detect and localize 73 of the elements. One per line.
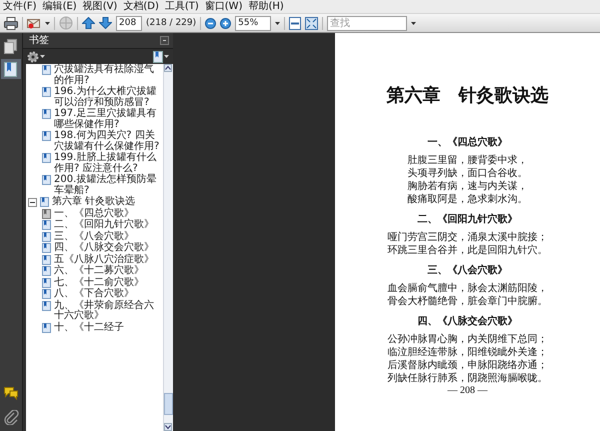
verse-line: 骨会大杼髓绝骨，脏会章门中脘腑。 (388, 295, 548, 308)
verse-line: 列缺任脉行肺系，阴跷照海膈喉咙。 (388, 372, 548, 385)
verse-line: 酸痛取阿是，急求刺水沟。 (408, 193, 528, 206)
close-icon[interactable] (160, 36, 169, 45)
bookmark-item[interactable]: 197.足三里穴拔罐具有哪些保健作用? (28, 109, 161, 130)
bookmark-item[interactable]: 五《八脉八穴治症歌》 (28, 254, 161, 265)
verse-line: 头项寻列缺，面口合谷收。 (408, 167, 528, 180)
globe-icon (59, 16, 73, 30)
bookmark-item[interactable]: 九、《井荥俞原经合六十六穴歌》 (28, 300, 161, 322)
zoom-out-icon[interactable] (205, 18, 216, 28)
section-heading: 四、《八脉交会穴歌》 (418, 314, 518, 328)
bookmark-item[interactable]: 200.拔罐法怎样预防晕车晕船? (28, 175, 161, 196)
bookmark-item[interactable]: 199.肚脐上拔罐有什么作用? 应注意什么? (28, 153, 161, 174)
fit-page-icon[interactable] (289, 16, 302, 30)
zoom-in-icon[interactable] (220, 18, 232, 28)
verse-line: 肚腹三里留，腰背委中求， (408, 154, 528, 167)
page-number-field[interactable]: 208 (116, 16, 142, 30)
caret-icon[interactable] (45, 22, 50, 24)
bookmark-icon (4, 62, 18, 76)
pages-icon (4, 38, 18, 54)
menu-item[interactable]: 文件(F) (3, 0, 37, 13)
section-heading: 二、《回阳九针穴歌》 (418, 212, 518, 226)
gear-icon[interactable] (27, 50, 39, 62)
scroll-down-icon[interactable] (164, 423, 172, 431)
bookmark-item[interactable]: 六、《十二募穴歌》 (28, 266, 161, 276)
paperclip-icon (4, 410, 18, 424)
menu-item[interactable]: 编辑(E) (42, 0, 77, 13)
bookmark-item[interactable]: 二、《回阳九针穴歌》 (28, 220, 161, 230)
bookmark-item[interactable]: 196.为什么大椎穴拔罐可以治疗和预防感冒? (28, 87, 161, 108)
menu-item[interactable]: 帮助(H) (248, 0, 284, 13)
caret-icon[interactable] (40, 55, 45, 58)
full-screen-icon[interactable] (305, 16, 318, 30)
arrow-up-icon[interactable] (82, 17, 95, 29)
page-number: — 208 — (448, 385, 488, 396)
menu-item[interactable]: 窗口(W) (204, 0, 242, 13)
menu-item[interactable]: 工具(T) (164, 0, 199, 13)
speech-bubbles-icon (4, 386, 18, 400)
bookmark-item[interactable]: 八、《下合穴歌》 (28, 289, 161, 300)
verse-line: 后溪督脉内眦颈，申脉阳跷络亦通； (388, 359, 548, 372)
verse-line: 胸胁若有病，速与内关谋， (408, 180, 528, 193)
menu-item[interactable]: 视图(V) (82, 0, 118, 13)
new-bookmark-icon[interactable] (153, 50, 163, 62)
bookmark-item[interactable]: 七、《十二俞穴歌》 (28, 278, 161, 288)
caret-icon[interactable] (275, 22, 280, 24)
bookmark-chapter[interactable]: 第六章 针灸歌诀选 (28, 197, 161, 208)
print-icon[interactable] (4, 16, 18, 30)
envelope-icon[interactable] (27, 17, 41, 29)
caret-icon[interactable] (164, 55, 169, 58)
scrollbar[interactable] (163, 64, 173, 431)
bookmark-item[interactable]: 198.何为四关穴? 四关穴拔罐有什么保健作用? (28, 131, 161, 152)
verse-line: 临泣胆经连带脉，阳维锐眦外关逢； (388, 346, 548, 359)
verse-line: 公孙冲脉胃心胸，内关阴维下总同； (388, 333, 548, 346)
verse-line: 血会膈俞气膻中，脉会太渊筋阳陵， (388, 282, 548, 295)
caret-icon[interactable] (411, 22, 416, 24)
section-heading: 一、《四总穴歌》 (428, 135, 508, 149)
bookmark-item[interactable]: 一、《四总穴歌》 (28, 208, 161, 219)
search-field[interactable]: 查找 (327, 16, 408, 30)
bookmark-item[interactable]: 四、《八脉交会穴歌》 (28, 243, 161, 254)
verse-line: 环跳三里合谷并，此是回阳九针穴。 (388, 244, 548, 257)
section-heading: 三、《八会穴歌》 (428, 263, 508, 277)
zoom-field[interactable]: 55% (235, 16, 272, 30)
collapse-icon[interactable] (28, 198, 37, 207)
arrow-down-icon[interactable] (99, 17, 112, 29)
bookmark-item[interactable]: 十、《十二经子 (28, 322, 161, 333)
bookmarks-tab[interactable] (1, 59, 21, 79)
menu-item[interactable]: 文档(D) (123, 0, 159, 13)
bookmark-item[interactable]: 三、《八会穴歌》 (28, 232, 161, 242)
verse-line: 哑门劳宫三阴交，涌泉太溪中脘接； (388, 231, 548, 244)
scroll-up-icon[interactable] (164, 64, 172, 72)
scroll-thumb[interactable] (164, 393, 173, 415)
page-position: (218 / 229) (146, 18, 196, 28)
panel-title: 书签 (29, 34, 49, 46)
chapter-title: 第六章 针灸歌诀选 (386, 84, 548, 107)
